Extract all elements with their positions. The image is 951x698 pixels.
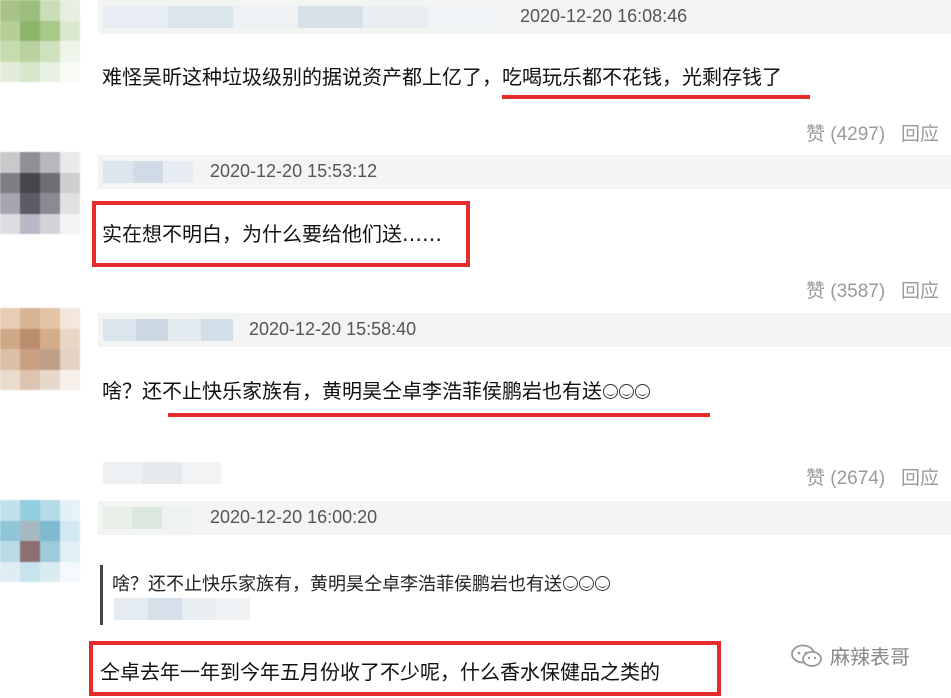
- grinning-face-icon: [595, 576, 610, 591]
- like-button[interactable]: 赞 (2674): [806, 463, 885, 490]
- reply-button[interactable]: 回应: [901, 119, 939, 146]
- quoted-text: 啥？还不止快乐家族有，黄明昊仝卓李浩菲侯鹏岩也有送: [112, 574, 562, 595]
- reply-button[interactable]: 回应: [901, 276, 939, 303]
- quote-bar: [100, 565, 103, 625]
- avatar[interactable]: [0, 152, 80, 234]
- comment-text: 实在想不明白，为什么要给他们送……: [102, 222, 442, 246]
- grinning-face-icon: [563, 576, 578, 591]
- wechat-icon: [791, 644, 822, 667]
- username[interactable]: [103, 507, 191, 529]
- comment-timestamp: 2020-12-20 16:00:20: [210, 507, 378, 527]
- highlight-underline: [168, 413, 710, 417]
- username[interactable]: [103, 462, 221, 484]
- username[interactable]: [103, 319, 233, 341]
- comment-timestamp: 2020-12-20 15:53:12: [210, 161, 378, 181]
- avatar[interactable]: [0, 0, 80, 82]
- comment-text: 啥？还不止快乐家族有，黄明昊仝卓李浩菲侯鹏岩也有送: [102, 375, 650, 404]
- grinning-face-icon: [635, 384, 650, 399]
- quoted-username[interactable]: [114, 598, 250, 620]
- reply-button[interactable]: 回应: [901, 463, 939, 490]
- comment-text: 难怪吴昕这种垃圾级别的据说资产都上亿了，吃喝玩乐都不花钱，光剩存钱了: [102, 65, 782, 89]
- watermark-text: 麻辣表哥: [830, 645, 910, 669]
- username[interactable]: [103, 6, 493, 28]
- avatar[interactable]: [0, 500, 80, 582]
- quoted-comment: 啥？还不止快乐家族有，黄明昊仝卓李浩菲侯鹏岩也有送: [112, 570, 610, 596]
- like-button[interactable]: 赞 (3587): [806, 276, 885, 303]
- comment-text: 仝卓去年一年到今年五月份收了不少呢，什么香水保健品之类的: [100, 660, 660, 684]
- comment-text-body: 啥？还不止快乐家族有，黄明昊仝卓李浩菲侯鹏岩也有送: [102, 379, 602, 403]
- avatar[interactable]: [0, 308, 80, 390]
- highlight-underline: [502, 95, 810, 99]
- like-button[interactable]: 赞 (4297): [806, 119, 885, 146]
- watermark: 麻辣表哥: [790, 641, 910, 670]
- grinning-face-icon: [603, 384, 618, 399]
- grinning-face-icon: [619, 384, 634, 399]
- comment-timestamp: 2020-12-20 16:08:46: [520, 6, 688, 26]
- grinning-face-icon: [579, 576, 594, 591]
- username[interactable]: [103, 161, 193, 183]
- comment-timestamp: 2020-12-20 15:58:40: [249, 319, 417, 339]
